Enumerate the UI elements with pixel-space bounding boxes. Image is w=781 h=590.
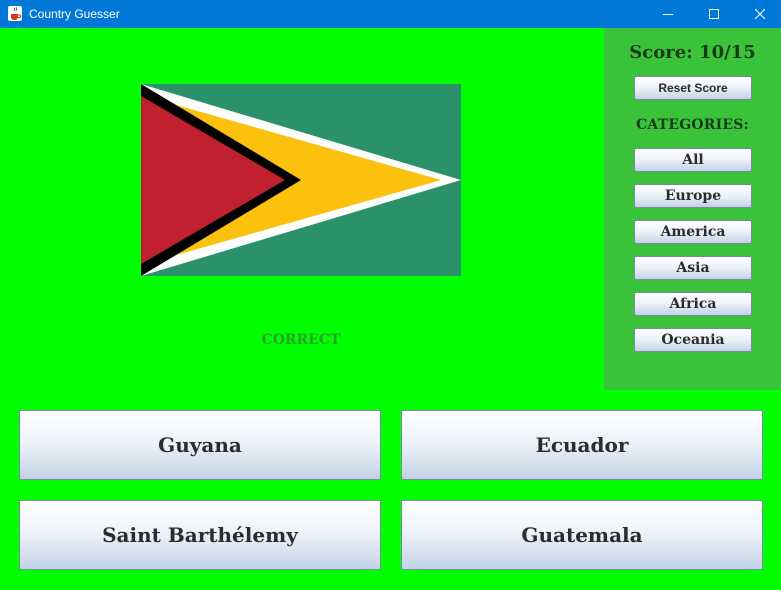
category-europe-button[interactable]: Europe <box>634 184 752 208</box>
side-panel: Score: 10/15 Reset Score CATEGORIES: All… <box>604 28 781 390</box>
country-flag <box>141 84 461 276</box>
score-label: Score: 10/15 <box>629 42 756 63</box>
answer-button-3[interactable]: Saint Barthélemy <box>19 500 381 570</box>
category-america-button[interactable]: America <box>634 220 752 244</box>
category-africa-button[interactable]: Africa <box>634 292 752 316</box>
category-oceania-button[interactable]: Oceania <box>634 328 752 352</box>
answer-button-4[interactable]: Guatemala <box>401 500 763 570</box>
maximize-button[interactable] <box>691 0 737 28</box>
window-title: Country Guesser <box>29 7 120 21</box>
reset-score-button[interactable]: Reset Score <box>634 76 752 100</box>
answer-button-2[interactable]: Ecuador <box>401 410 763 480</box>
close-button[interactable] <box>737 0 781 28</box>
maximize-icon <box>709 9 719 19</box>
answer-button-1[interactable]: Guyana <box>19 410 381 480</box>
category-asia-button[interactable]: Asia <box>634 256 752 280</box>
java-cup-icon <box>8 6 22 21</box>
close-icon <box>755 9 765 19</box>
category-all-button[interactable]: All <box>634 148 752 172</box>
minimize-button[interactable] <box>645 0 691 28</box>
minimize-icon <box>663 14 673 15</box>
feedback-text: CORRECT <box>261 332 341 348</box>
title-bar[interactable]: Country Guesser <box>0 0 781 28</box>
categories-label: CATEGORIES: <box>636 117 749 133</box>
